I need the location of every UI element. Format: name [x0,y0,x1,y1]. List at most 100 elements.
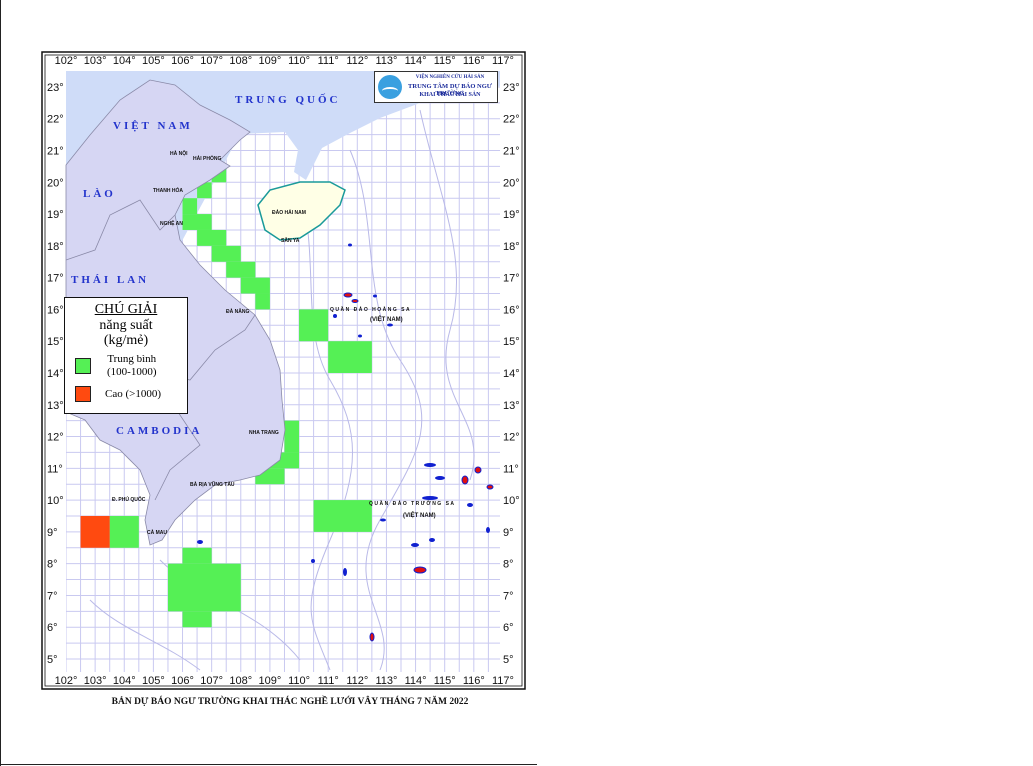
lon-tick-label: 114° [405,675,427,687]
label-hainan: ĐẢO HẢI NAM [272,209,306,216]
label-hoang-sa: QUẦN ĐẢO HOÀNG SA [330,306,411,313]
map-caption: BẢN DỰ BÁO NGƯ TRƯỜNG KHAI THÁC NGHỀ LƯỚ… [111,697,469,707]
lon-tick-label: 116° [463,675,485,687]
lon-tick-label: 104° [113,55,136,67]
lat-tick-label: 18° [503,241,520,253]
lon-tick-label: 105° [142,55,165,67]
institute-logo-box: VIỆN NGHIÊN CỨU HẢI SẢN TRUNG TÂM DỰ BÁO… [374,71,498,103]
label-china: TRUNG QUỐC [235,93,340,106]
forecast-cell-medium [255,293,270,310]
lat-tick-label: 19° [47,209,64,221]
forecast-cell-medium [167,563,241,612]
legend-swatch-medium [75,358,91,374]
lat-tick-label: 17° [503,273,520,285]
lat-tick-label: 23° [503,82,520,94]
lon-tick-label: 111° [318,675,339,687]
lat-tick-label: 18° [47,241,64,253]
lon-tick-label: 107° [200,55,223,67]
label-thailand: THÁI LAN [71,274,149,286]
forecast-cell-medium [182,611,212,628]
lon-tick-label: 106° [171,675,194,687]
lat-tick-label: 12° [503,432,520,444]
lon-tick-label: 113° [375,55,397,67]
lat-tick-label: 20° [503,177,520,189]
lat-tick-label: 22° [503,114,520,126]
legend-title: CHÚ GIẢI [94,302,158,317]
label-truong-sa: QUẦN ĐẢO TRƯỜNG SA [369,499,456,507]
legend-item-medium: Trung bình (100-1000) [75,353,157,379]
lat-tick-label: 14° [47,368,64,380]
label-nha-trang: NHA TRANG [249,430,279,436]
lat-tick-label: 10° [503,495,520,507]
lon-tick-label: 112° [346,675,368,687]
lat-tick-label: 5° [503,654,514,666]
lon-tick-label: 117° [492,675,514,687]
lat-tick-label: 13° [47,400,64,412]
logo-line-3: KHAI THÁC HẢI SẢN [419,92,481,98]
label-laos: LÀO [83,188,116,200]
forecast-cell-medium [240,277,270,294]
lat-tick-label: 12° [47,432,64,444]
forecast-cell-medium [328,341,372,373]
lat-tick-label: 23° [47,82,64,94]
label-hai-phong: HẢI PHÒNG [193,154,221,162]
forecast-cell-high [80,515,110,548]
lat-tick-label: 15° [503,336,520,348]
lat-tick-label: 20° [47,177,64,189]
lon-tick-label: 106° [171,55,194,67]
lat-tick-label: 14° [503,368,520,380]
lat-tick-label: 13° [503,400,520,412]
lon-tick-label: 107° [200,675,223,687]
label-phu-quoc: Đ. PHÚ QUỐC [112,496,146,503]
lat-tick-label: 6° [503,622,514,634]
lat-tick-label: 6° [47,622,58,634]
lon-tick-label: 115° [434,675,456,687]
legend-range-medium: (100-1000) [107,366,157,378]
legend-subtitle-1: năng suất [99,318,153,333]
lon-tick-label: 112° [346,55,368,67]
label-ba-ria-vung-tau: BÀ RỊA VŨNG TÀU [190,481,235,488]
forecast-cell-medium [313,500,372,532]
lat-tick-label: 9° [47,527,58,539]
label-cambodia: CAMBODIA [116,425,202,437]
label-da-nang: ĐÀ NẴNG [226,308,249,315]
lat-tick-label: 21° [503,146,520,158]
forecast-cell-medium [182,547,212,564]
label-vietnam: VIỆT NAM [113,119,193,132]
legend-item-high: Cao (>1000) [75,386,161,402]
lat-tick-label: 11° [47,463,63,475]
lat-tick-label: 8° [503,559,514,571]
label-ca-mau: CÀ MAU [147,529,167,536]
lon-tick-label: 108° [229,55,252,67]
lon-tick-label: 103° [84,675,107,687]
legend-label-medium: Trung bình [107,353,157,365]
forecast-cell-medium [109,515,139,548]
lat-tick-label: 7° [47,590,58,602]
lat-tick-label: 22° [47,114,64,126]
legend-subtitle-2: (kg/mẻ) [103,333,149,348]
lon-tick-label: 102° [55,55,78,67]
lon-tick-label: 114° [405,55,427,67]
lon-tick-label: 102° [55,675,78,687]
label-sanya: SÂN YA [281,237,300,244]
lat-tick-label: 16° [503,304,520,316]
forecast-cell-medium [226,261,256,278]
lon-tick-label: 109° [259,55,282,67]
institute-logo-icon [378,75,402,99]
legend-swatch-high [75,386,91,402]
forecast-cell-medium [182,214,212,230]
legend-label-high: Cao (>1000) [105,387,161,400]
lon-tick-label: 116° [463,55,485,67]
lon-tick-label: 105° [142,675,165,687]
lat-tick-label: 10° [47,495,64,507]
lat-tick-label: 8° [47,559,58,571]
forecast-cell-medium [197,229,227,246]
label-hoang-sa-country: (VIỆT NAM) [370,315,403,323]
logo-line-1: VIỆN NGHIÊN CỨU HẢI SẢN [415,75,485,80]
lon-tick-label: 111° [318,55,339,67]
lon-tick-label: 108° [229,675,252,687]
label-ha-noi: HÀ NỘI [170,149,188,157]
forecast-cell-medium [182,198,198,215]
lon-tick-label: 113° [375,675,397,687]
lat-tick-label: 7° [503,590,514,602]
